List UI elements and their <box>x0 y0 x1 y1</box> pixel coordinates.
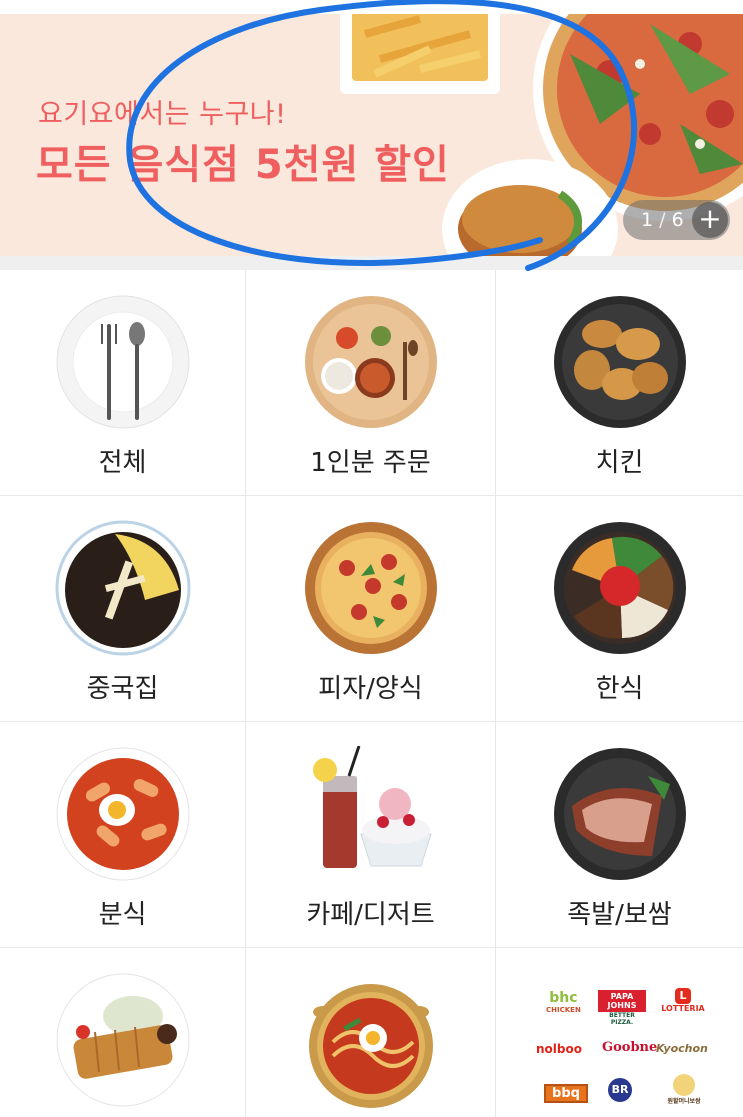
pager-plus-button[interactable]: + <box>692 202 728 238</box>
jokbal-icon <box>553 748 686 880</box>
pager-current: 1 <box>641 209 654 231</box>
bibimbap-icon <box>553 522 686 654</box>
br-logo: BR <box>608 1078 632 1102</box>
category-noodle[interactable] <box>246 948 496 1117</box>
category-label: 카페/디저트 <box>306 900 435 930</box>
bhc-logo-text: bhc <box>549 990 578 1006</box>
category-label: 족발/보쌈 <box>567 900 672 930</box>
utensils-plate-icon <box>56 295 189 429</box>
category-chicken[interactable]: 치킨 <box>496 270 743 496</box>
pager-total: 6 <box>671 209 684 231</box>
category-label: 중국집 <box>86 674 159 704</box>
bossam-logo-badge-icon <box>673 1074 695 1096</box>
pager-count: 1 / 6 <box>641 209 684 231</box>
single-meal-tray-icon <box>304 296 437 428</box>
dessert-drink-icon <box>312 746 432 868</box>
category-jokbal[interactable]: 족발/보쌈 <box>496 722 743 948</box>
category-snack[interactable]: 분식 <box>0 722 246 948</box>
fried-chicken-icon <box>553 296 686 428</box>
ramen-pot-icon <box>308 984 433 1108</box>
lotteria-logo-text: LOTTERIA <box>661 1004 705 1013</box>
promo-banner[interactable]: 요기요에서는 누구나! 모든 음식점 5천원 할인 1 / 6 + <box>0 14 743 256</box>
category-single-meal[interactable]: 1인분 주문 <box>246 270 496 496</box>
pager-separator: / <box>659 209 666 231</box>
category-label: 한식 <box>595 674 644 704</box>
lotteria-logo-mark: L <box>675 988 691 1004</box>
category-tonkatsu[interactable] <box>0 948 246 1117</box>
bbq-logo: bbq <box>544 1084 588 1103</box>
category-korean[interactable]: 한식 <box>496 496 743 722</box>
pizza-icon <box>304 522 437 654</box>
papajohns-logo-text: PAPA JOHNS <box>598 990 646 1012</box>
category-label: 1인분 주문 <box>310 448 431 478</box>
banner-pager[interactable]: 1 / 6 + <box>623 200 730 240</box>
category-label: 분식 <box>98 900 147 930</box>
banner-subtitle: 요기요에서는 누구나! <box>38 99 287 130</box>
category-franchise[interactable]: bhc CHICKEN PAPA JOHNS BETTER PIZZA. L L… <box>496 948 743 1117</box>
banner-title: 모든 음식점 5천원 할인 <box>36 142 450 188</box>
category-pizza[interactable]: 피자/양식 <box>246 496 496 722</box>
tonkatsu-icon <box>56 973 189 1107</box>
category-label: 치킨 <box>595 448 644 478</box>
category-all[interactable]: 전체 <box>0 270 246 496</box>
section-divider <box>0 256 743 270</box>
nolboo-logo: nolboo <box>536 1042 582 1056</box>
category-label: 전체 <box>98 448 147 478</box>
bhc-logo-sub: CHICKEN <box>546 1006 581 1014</box>
fries-icon <box>340 14 500 94</box>
papajohns-logo-sub: BETTER PIZZA. <box>609 1012 635 1026</box>
category-cafe[interactable]: 카페/디저트 <box>246 722 496 948</box>
category-chinese[interactable]: 중국집 <box>0 496 246 722</box>
lotteria-logo: L LOTTERIA <box>658 988 708 1013</box>
top-status-strip <box>0 0 743 15</box>
category-grid: 전체 1인분 주문 치킨 중국집 피자/양식 한식 분식 카페/디저트 족발/보… <box>0 270 743 1117</box>
jajangmyeon-icon <box>55 520 190 656</box>
papajohns-logo: PAPA JOHNS BETTER PIZZA. <box>598 990 646 1026</box>
category-label: 피자/양식 <box>318 674 423 704</box>
bossam-logo-text: 원할머니보쌈 <box>667 1098 701 1105</box>
bhc-logo: bhc CHICKEN <box>546 990 581 1014</box>
bossam-logo: 원할머니보쌈 <box>662 1074 706 1105</box>
goobne-logo: Goobne <box>602 1040 658 1055</box>
tteokbokki-icon <box>56 747 189 881</box>
kyochon-logo: Kyochon <box>656 1042 708 1055</box>
